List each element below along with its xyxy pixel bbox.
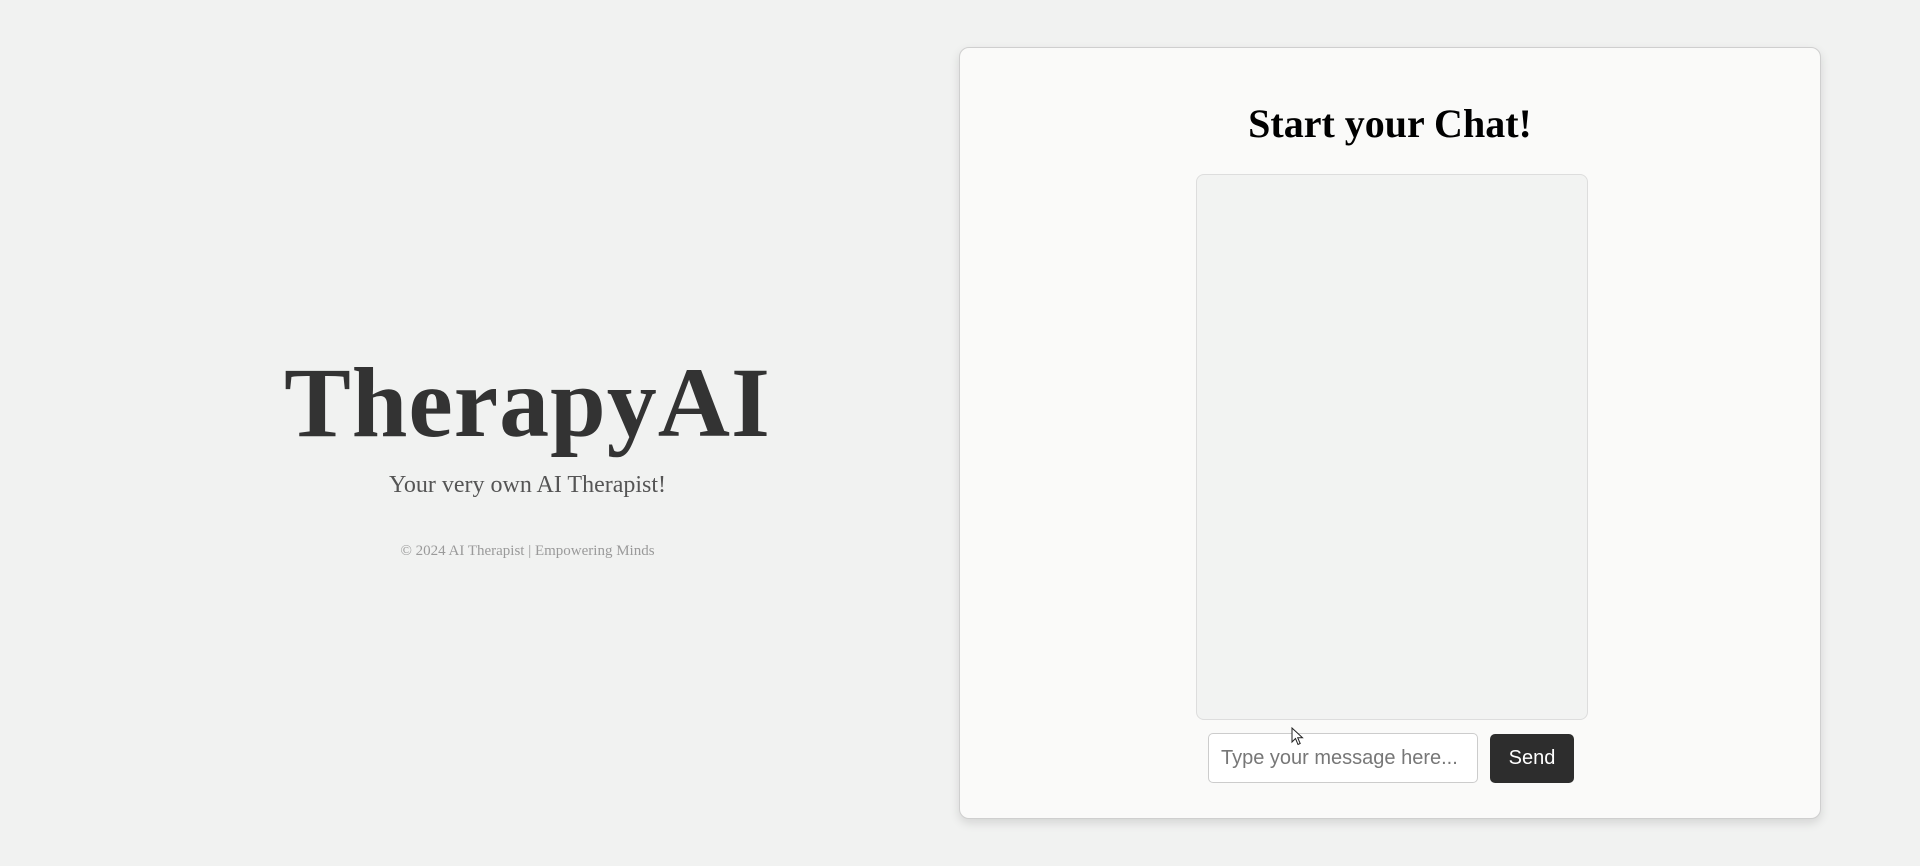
chat-heading: Start your Chat! (1248, 101, 1532, 146)
footer-copyright: © 2024 AI Therapist | Empowering Minds (400, 543, 655, 559)
mouse-pointer-icon (1291, 727, 1304, 746)
page: TherapyAI Your very own AI Therapist! © … (0, 0, 1920, 866)
hero-section: TherapyAI Your very own AI Therapist! © … (200, 345, 855, 560)
brand-title: TherapyAI (284, 347, 771, 458)
chat-card: Start your Chat! Send (959, 47, 1821, 819)
message-input[interactable] (1208, 733, 1478, 783)
tagline: Your very own AI Therapist! (388, 472, 667, 498)
chat-messages-window[interactable] (1196, 174, 1588, 720)
send-button[interactable]: Send (1490, 733, 1574, 783)
chat-input-row: Send (1208, 733, 1574, 783)
